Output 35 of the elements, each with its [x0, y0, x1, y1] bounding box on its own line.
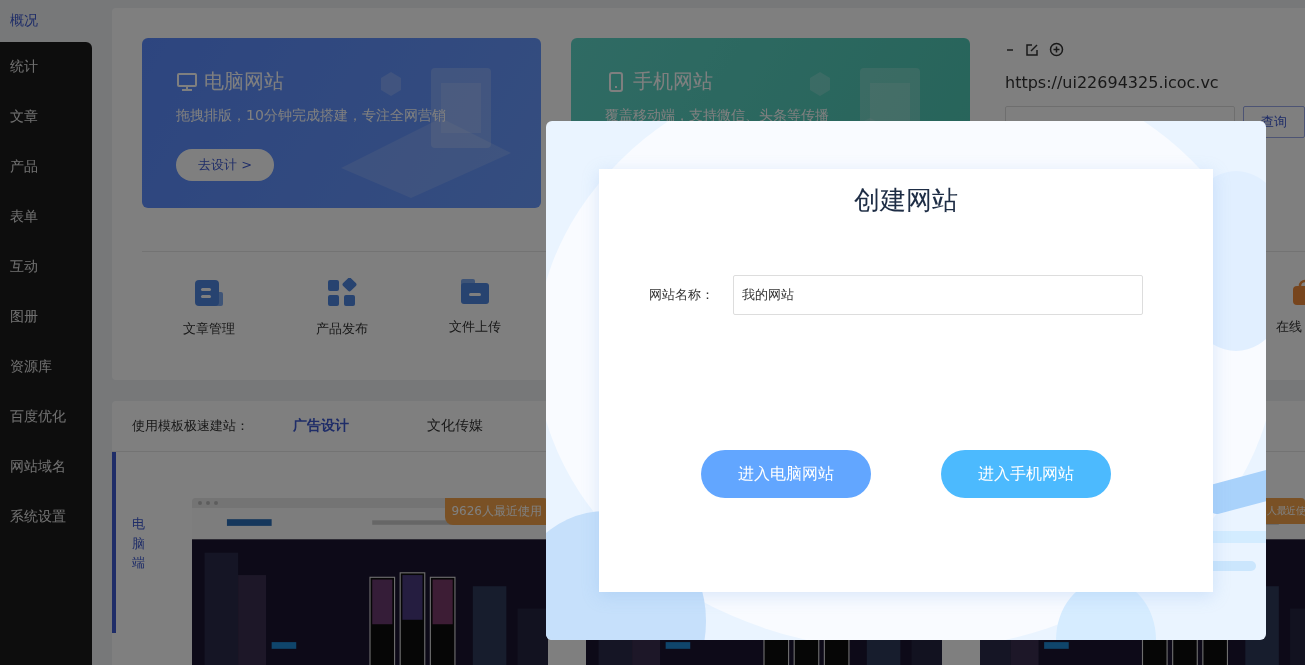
templates-label: 使用模板极速建站：	[132, 417, 249, 435]
sidebar-item[interactable]: 文章	[0, 92, 92, 142]
site-url: https://ui22694325.icoc.vc	[1005, 73, 1220, 92]
quick-action-link[interactable]: 文章管理	[182, 320, 235, 338]
usage-badge: 人最近使	[1266, 498, 1305, 524]
document-icon	[192, 278, 225, 308]
device-category[interactable]: 电脑端	[132, 514, 145, 665]
card-title: 手机网站	[633, 68, 713, 95]
sidebar-item[interactable]: 图册	[0, 292, 92, 342]
usage-badge: 9626人最近使用	[445, 498, 548, 525]
quick-action-link[interactable]: 产品发布	[315, 320, 368, 338]
sidebar-item[interactable]: 网站域名	[0, 442, 92, 492]
folder-icon	[459, 278, 490, 306]
grid-icon	[326, 278, 357, 308]
quick-action-link[interactable]: 文件上传	[448, 318, 501, 336]
quick-action-link[interactable]: 在线	[1276, 318, 1302, 336]
monitor-icon	[176, 70, 198, 93]
sidebar-item[interactable]: 产品	[0, 142, 92, 192]
sidebar-item[interactable]: 资源库	[0, 342, 92, 392]
category-tab[interactable]: 广告设计	[293, 417, 349, 435]
sidebar-item[interactable]: 互动	[0, 242, 92, 292]
dialog-title: 创建网站	[854, 184, 958, 217]
add-icon[interactable]	[1049, 42, 1064, 57]
enter-site-button[interactable]: 进入电脑网站	[701, 450, 871, 498]
edit-icon[interactable]	[1025, 42, 1039, 57]
sidebar-item[interactable]: 百度优化	[0, 392, 92, 442]
enter-site-button[interactable]: 进入手机网站	[941, 450, 1111, 498]
sidebar-item[interactable]: 统计	[0, 42, 92, 92]
site-name-field[interactable]: 我的网站	[733, 275, 1143, 315]
design-button[interactable]: 去设计 >	[176, 149, 275, 181]
sidebar-item[interactable]: 表单	[0, 192, 92, 242]
sidebar-item[interactable]: 系统设置	[0, 492, 92, 542]
card-title: 电脑网站	[204, 68, 284, 95]
field-label: 网站名称：	[649, 286, 715, 304]
category-tab[interactable]: 文化传媒	[427, 417, 483, 435]
